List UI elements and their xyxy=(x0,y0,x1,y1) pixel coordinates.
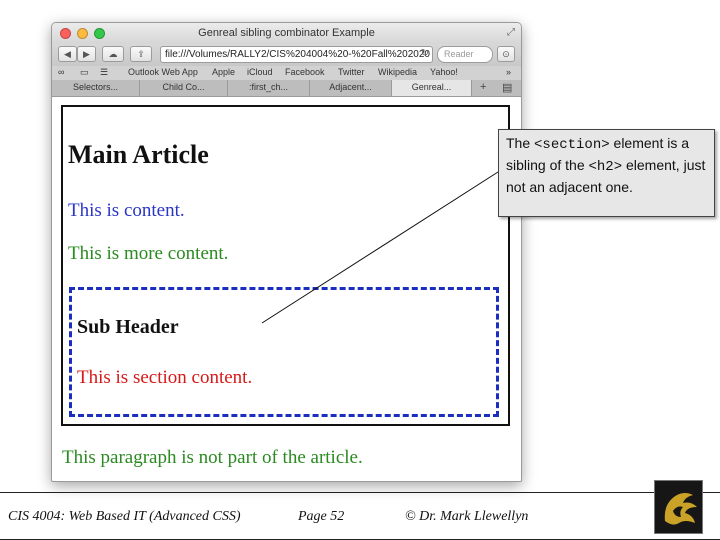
share-icon: ⇪ xyxy=(137,48,145,59)
fullscreen-icon[interactable]: ⤢ xyxy=(507,27,515,38)
tab-bar: Selectors... Child Co... :first_ch... Ad… xyxy=(52,80,521,97)
window-title: Genreal sibling combinator Example xyxy=(198,27,375,39)
page-number: Page 52 xyxy=(298,509,345,524)
callout-code-h2: <h2> xyxy=(588,159,623,175)
back-button[interactable]: ◀ xyxy=(58,46,77,62)
slide-footer: CIS 4004: Web Based IT (Advanced CSS) Pa… xyxy=(0,492,720,540)
pegasus-logo-icon xyxy=(664,493,697,525)
new-tab-icon[interactable]: + xyxy=(480,81,486,93)
section-box: Sub Header This is section content. xyxy=(69,287,499,417)
address-text: file:///Volumes/RALLY2/CIS%204004%20-%20… xyxy=(165,49,430,60)
downloads-button[interactable]: ⊙ xyxy=(497,46,515,62)
title-bar: Genreal sibling combinator Example ⤢ xyxy=(52,23,521,44)
copyright: © Dr. Mark Llewellyn xyxy=(405,509,529,524)
tab[interactable]: :first_ch... xyxy=(228,80,310,96)
tab[interactable]: Child Co... xyxy=(140,80,228,96)
address-bar[interactable]: file:///Volumes/RALLY2/CIS%204004%20-%20… xyxy=(160,46,433,63)
section-paragraph: This is section content. xyxy=(77,367,253,388)
bookmarks-bar: ∞ ▭ ☰ Outlook Web App Apple iCloud Faceb… xyxy=(52,66,521,81)
outside-paragraph: This paragraph is not part of the articl… xyxy=(62,447,363,468)
tab-active[interactable]: Genreal... xyxy=(392,80,472,96)
bookmark-item[interactable]: Wikipedia xyxy=(378,67,417,77)
course-title: CIS 4004: Web Based IT (Advanced CSS) xyxy=(8,509,241,524)
content-paragraph: This is content. xyxy=(68,200,185,221)
reader-button[interactable]: Reader xyxy=(437,46,493,63)
tab-overview-icon[interactable]: ▤ xyxy=(502,81,512,94)
more-content-paragraph: This is more content. xyxy=(68,243,229,264)
page-viewport: Main Article This is content. This is mo… xyxy=(51,96,520,480)
top-sites-icon[interactable]: ☰ xyxy=(100,67,108,78)
bookmark-item[interactable]: Outlook Web App xyxy=(128,67,198,77)
sub-header-heading: Sub Header xyxy=(77,316,179,338)
bookmark-item[interactable]: Yahoo! xyxy=(430,67,458,77)
cloud-tabs-button[interactable]: ☁ xyxy=(102,46,124,62)
bookmark-item[interactable]: iCloud xyxy=(247,67,273,77)
forward-button[interactable]: ▶ xyxy=(77,46,96,62)
bookmarks-icon[interactable]: ▭ xyxy=(80,67,89,78)
toolbar: ◀ ▶ ☁ ⇪ file:///Volumes/RALLY2/CIS%20400… xyxy=(52,44,521,66)
bookmark-item[interactable]: Facebook xyxy=(285,67,325,77)
callout-box: The <section> element is a sibling of th… xyxy=(498,129,715,217)
callout-text: The xyxy=(506,135,535,151)
cloud-icon: ☁ xyxy=(108,48,118,59)
reading-list-icon[interactable]: ∞ xyxy=(58,67,64,77)
downloads-icon: ⊙ xyxy=(502,48,510,59)
tab[interactable]: Adjacent... xyxy=(310,80,392,96)
forward-icon: ▶ xyxy=(83,48,90,59)
share-button[interactable]: ⇪ xyxy=(130,46,152,62)
main-article-heading: Main Article xyxy=(68,140,209,169)
more-bookmarks-icon[interactable]: » xyxy=(506,67,511,77)
callout-code-section: <section> xyxy=(534,137,610,153)
bookmark-item[interactable]: Apple xyxy=(212,67,235,77)
bookmark-item[interactable]: Twitter xyxy=(338,67,365,77)
reload-icon[interactable]: ↻ xyxy=(421,48,429,59)
tab[interactable]: Selectors... xyxy=(52,80,140,96)
back-icon: ◀ xyxy=(64,48,71,59)
ucf-pegasus-logo xyxy=(654,480,703,534)
